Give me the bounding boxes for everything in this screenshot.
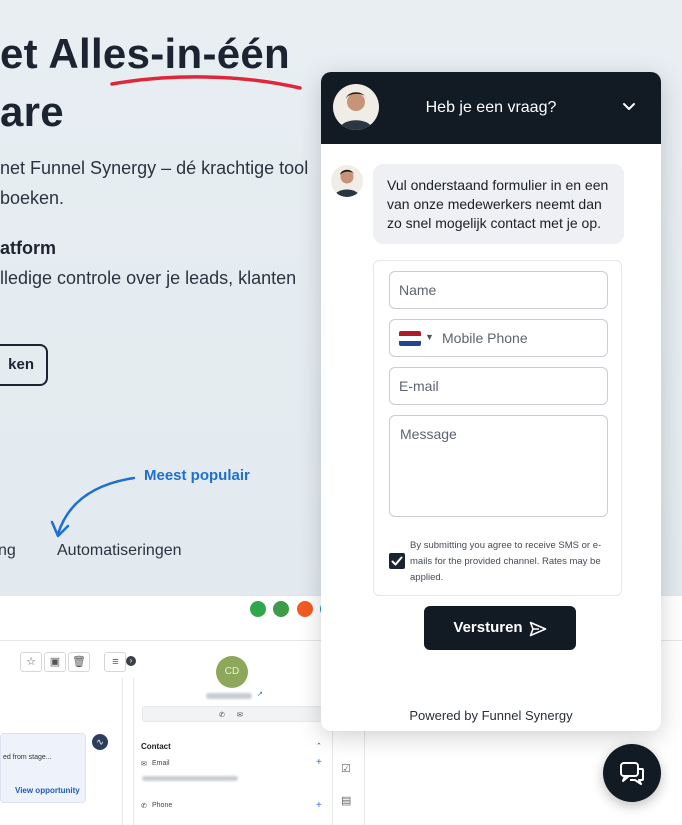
contact-section-label: Contact bbox=[141, 742, 171, 751]
bell-icon bbox=[296, 600, 313, 617]
email-field[interactable] bbox=[389, 367, 608, 405]
message-field[interactable] bbox=[389, 415, 608, 517]
chevron-down-icon[interactable] bbox=[619, 96, 639, 116]
phone-icon bbox=[250, 600, 266, 617]
consent-checkbox[interactable] bbox=[389, 553, 405, 569]
add-email-icon: + bbox=[316, 757, 322, 768]
netherlands-flag-icon[interactable] bbox=[399, 331, 421, 346]
feature-heading: atform bbox=[0, 238, 57, 258]
chat-message: Vul onderstaand formulier in en een van … bbox=[373, 164, 624, 244]
hero-intro-line1: net Funnel Synergy – dé krachtige tool bbox=[0, 158, 309, 178]
checkmark-icon bbox=[391, 556, 403, 566]
chat-bubbles-icon bbox=[620, 762, 644, 785]
country-caret-icon[interactable]: ▼ bbox=[425, 332, 434, 342]
archive-icon: ▣ bbox=[44, 652, 66, 672]
chat-title: Heb je een vraag? bbox=[425, 99, 557, 116]
checkbox-icon: ☑ bbox=[341, 763, 351, 775]
view-opportunity-link: View opportunity bbox=[15, 786, 80, 795]
star-icon: ☆ bbox=[20, 652, 42, 672]
hero-intro-line2: boeken. bbox=[0, 188, 65, 208]
chat-header[interactable]: Heb je een vraag? bbox=[321, 72, 661, 144]
column-divider bbox=[122, 678, 123, 825]
contact-form: ▼ By submitting you agree to receive SMS… bbox=[373, 260, 622, 596]
chat-widget: Heb je een vraag? Vul onderstaand formul… bbox=[321, 72, 661, 731]
contact-avatar: CD bbox=[216, 656, 248, 688]
powered-by: Powered by Funnel Synergy bbox=[409, 708, 573, 723]
mail-icon: ✉ bbox=[237, 712, 243, 719]
external-link-icon: ↗ bbox=[257, 691, 263, 698]
opportunity-card-text: ed from stage... bbox=[3, 754, 52, 761]
trash-icon: 🗑 bbox=[68, 652, 90, 672]
submit-label: Versturen bbox=[453, 619, 523, 637]
popular-label: Meest populair bbox=[144, 467, 250, 484]
tab-automatiseringen[interactable]: Automatiseringen bbox=[57, 542, 182, 560]
megaphone-icon bbox=[273, 600, 290, 617]
add-phone-icon: + bbox=[316, 800, 322, 811]
message-avatar bbox=[331, 165, 363, 197]
consent-text: By submitting you agree to receive SMS o… bbox=[410, 540, 602, 583]
curved-arrow-icon bbox=[50, 476, 136, 538]
email-value-blurred bbox=[142, 776, 238, 781]
name-field[interactable] bbox=[389, 271, 608, 309]
phone-field-wrapper: ▼ bbox=[389, 319, 608, 357]
contact-name-blurred bbox=[206, 693, 252, 699]
mobile-phone-field[interactable] bbox=[434, 320, 604, 356]
opportunity-card: ed from stage... View opportunity bbox=[0, 733, 86, 803]
chevron-up-icon: ⌃ bbox=[316, 743, 322, 750]
send-icon bbox=[529, 621, 546, 636]
column-divider bbox=[133, 678, 134, 825]
contact-actions-bar bbox=[142, 706, 324, 722]
hero-heading-line2: are bbox=[0, 88, 64, 135]
filter-icon: ≡ bbox=[104, 652, 127, 672]
phone-label: Phone bbox=[152, 802, 173, 809]
tab-partial[interactable]: ng bbox=[0, 542, 16, 560]
email-icon: ✉ bbox=[141, 761, 147, 768]
preview-toolbar: ☆ ▣ 🗑 ≡ bbox=[20, 652, 128, 672]
phone-small-icon: ✆ bbox=[141, 803, 147, 810]
message-avatar-portrait bbox=[334, 169, 360, 197]
chat-launcher-button[interactable] bbox=[603, 744, 661, 802]
red-underline-decoration bbox=[110, 75, 302, 90]
feature-text: lledige controle over je leads, klanten bbox=[0, 268, 297, 288]
call-icon: ✆ bbox=[219, 712, 225, 719]
submit-button[interactable]: Versturen bbox=[424, 606, 576, 650]
chevron-right-icon: › bbox=[126, 656, 136, 666]
document-icon: ▤ bbox=[341, 795, 352, 807]
email-label: Email bbox=[152, 760, 170, 767]
activity-icon: ∿ bbox=[92, 734, 108, 750]
cta-button[interactable]: ken bbox=[0, 344, 48, 386]
